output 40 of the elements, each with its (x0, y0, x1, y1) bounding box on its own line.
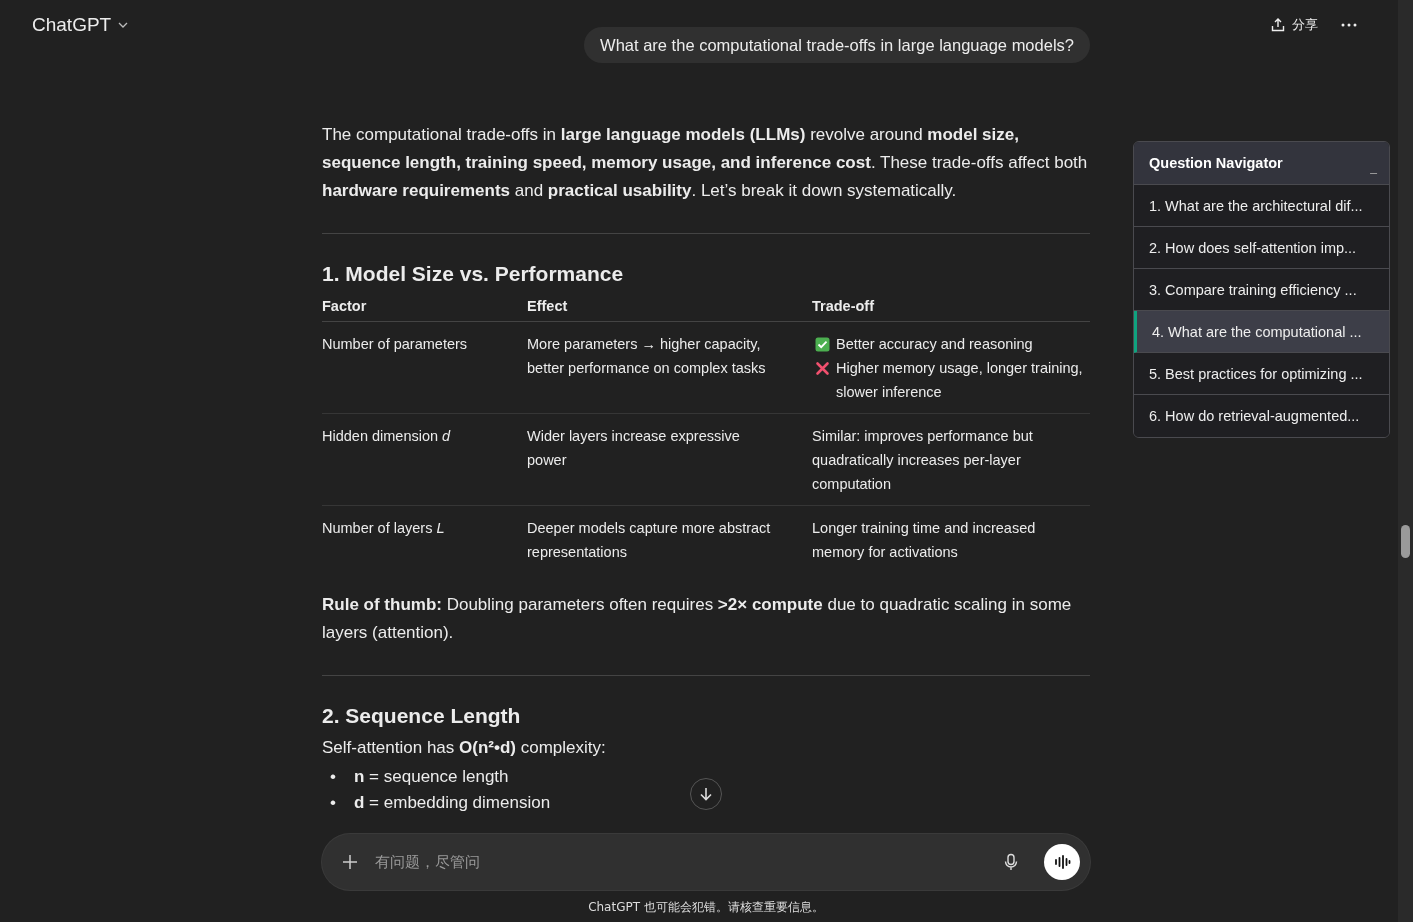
microphone-icon[interactable] (1002, 853, 1020, 871)
model-selector[interactable]: ChatGPT (32, 12, 130, 38)
column-header: Factor (322, 292, 527, 322)
navigator-title: Question Navigator (1149, 155, 1283, 171)
table-cell: Number of layers L (322, 520, 445, 536)
section-heading: 2. Sequence Length (322, 703, 522, 729)
message-field[interactable]: 有问题，尽管问 (322, 834, 1090, 890)
table-cell-text: Similar: improves performance but quadratically increases per-layer computation (812, 427, 1034, 494)
cross-mark-icon (815, 361, 830, 376)
table-cell: Wider layers increase expressive power (527, 428, 740, 468)
disclaimer-text: ChatGPT 也可能会犯错。请核查重要信息。 (587, 899, 825, 916)
user-message: What are the computational trade-offs in large language models? (584, 27, 1090, 63)
plus-icon[interactable] (341, 853, 359, 871)
scrollbar[interactable] (1398, 0, 1413, 922)
share-icon (1270, 17, 1286, 33)
share-button[interactable]: 分享 (1270, 12, 1318, 38)
table-cell: Deeper models capture more abstract representations (527, 520, 771, 560)
message-input[interactable]: 有问题，尽管问 (373, 852, 988, 872)
section-heading: 1. Model Size vs. Performance (322, 261, 625, 287)
column-header: Effect (527, 292, 812, 322)
waveform-icon (1053, 853, 1071, 871)
bullet-marker: • (330, 792, 337, 814)
bullet-marker: • (330, 766, 337, 788)
answer-paragraph: Self-attention has O(n²•d) complexity: (322, 737, 607, 759)
table-cell-text: Higher memory usage, longer training, slower inference (836, 359, 1084, 402)
voice-mode-button[interactable] (1044, 844, 1080, 880)
note-paragraph: Rule of thumb: Doubling parameters often requires >2× compute due to quadratic scaling in some layers (attention). (322, 594, 1073, 644)
minimize-button[interactable]: _ (1370, 152, 1377, 174)
bullet-item: n = sequence length (354, 767, 509, 786)
table-cell: Number of parameters (322, 336, 468, 352)
column-header: Trade-off (812, 292, 1090, 322)
check-mark-icon (815, 337, 830, 352)
table-cell: More parameters → higher capacity, better performance on complex tasks (527, 336, 766, 376)
scroll-down-button[interactable] (690, 778, 722, 810)
bullet-item: d = embedding dimension (354, 793, 551, 812)
navigator-item[interactable]: 4. What are the computational ... (1134, 311, 1389, 353)
table-cell: Hidden dimension d (322, 428, 451, 444)
table-cell-text: Longer training time and increased memory for activations (812, 519, 1037, 562)
answer-paragraph: The computational trade-offs in large language models (LLMs) revolve around model size, sequence length, training speed, memory usage, and inference cost. These trade-offs affect both hardware requirements and practical usability. Let’s break it down systematically. (322, 124, 1089, 202)
table-cell-text: Better accuracy and reasoning (836, 335, 1033, 354)
